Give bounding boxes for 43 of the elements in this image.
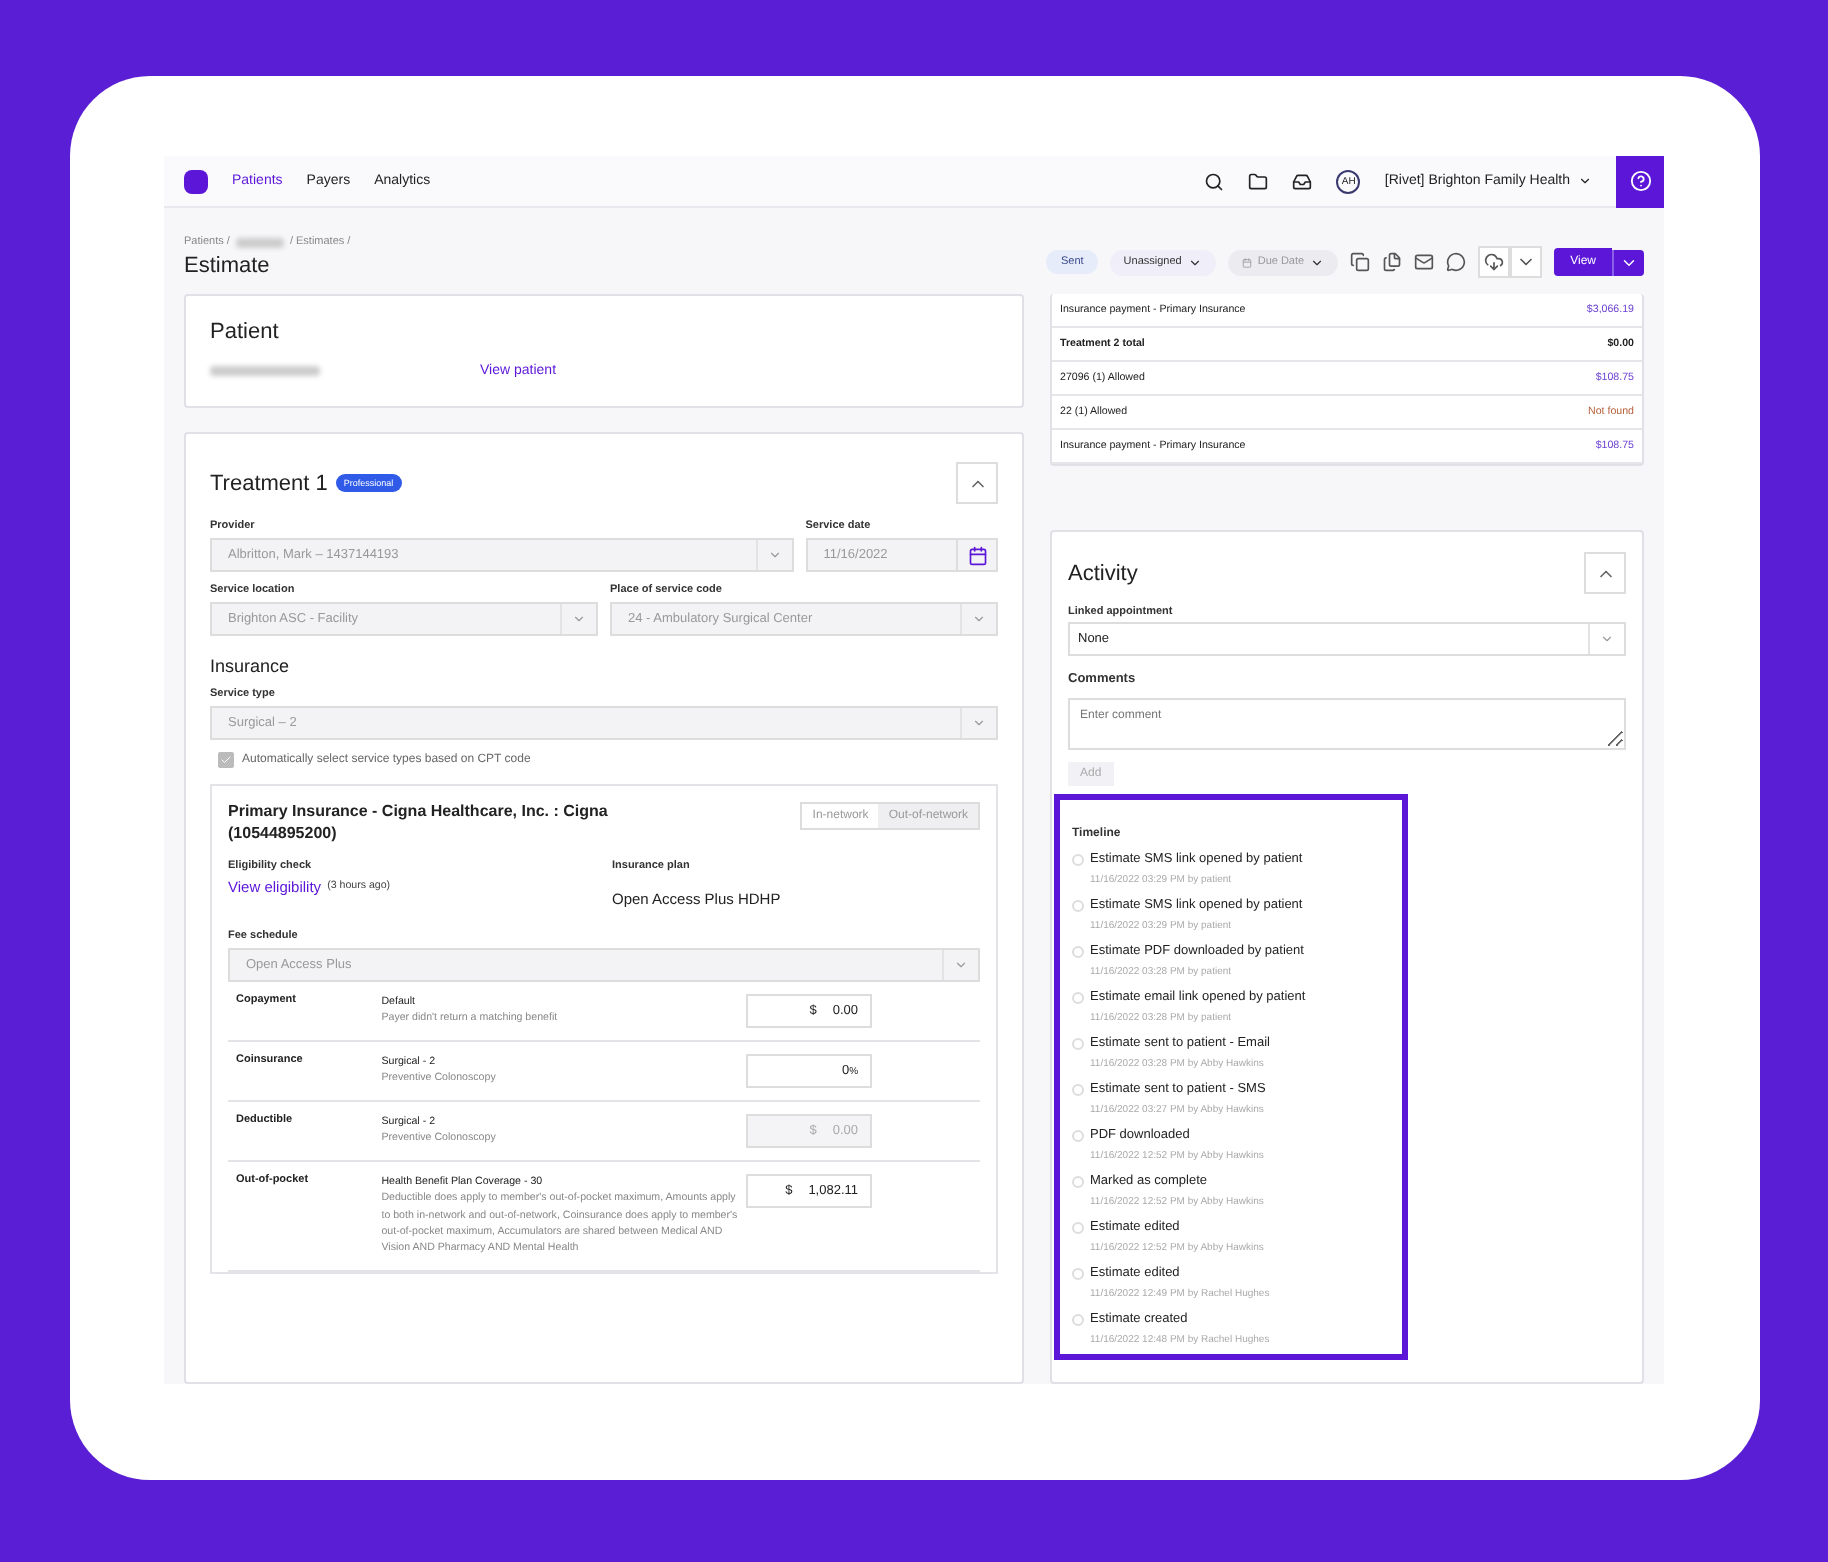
timeline-dot (1072, 992, 1084, 1004)
section-title: Patient (210, 320, 281, 344)
search-icon[interactable] (1204, 171, 1225, 191)
chevron-down-icon (572, 612, 586, 626)
blurred-text (235, 237, 284, 247)
timeline-dot (1072, 1130, 1084, 1142)
download-button[interactable] (1478, 246, 1511, 278)
calendar-icon (1241, 257, 1252, 267)
chevron-down-icon (1600, 632, 1614, 646)
chat-icon[interactable] (1446, 252, 1467, 272)
section-subtitle: Insurance (210, 656, 292, 676)
section-title: Activity (1068, 561, 1138, 585)
insurance-title: Primary Insurance - Cigna Healthcare, Inc. : Cigna (10544895200) (228, 802, 610, 846)
files-icon[interactable] (1382, 252, 1403, 272)
timeline-dot (1072, 1084, 1084, 1096)
timeline-dot (1072, 1314, 1084, 1326)
chevron-down-icon (972, 716, 986, 730)
help-button[interactable] (1616, 156, 1664, 207)
help-icon (1629, 170, 1651, 192)
chevron-down-icon (1578, 174, 1592, 188)
mail-icon[interactable] (1414, 252, 1435, 272)
chevron-down-icon (1187, 255, 1202, 269)
dropdown-button[interactable] (1510, 246, 1543, 278)
chevron-down-icon (1310, 255, 1325, 269)
timeline-dot (1072, 1222, 1084, 1234)
chevron-down-icon (972, 612, 986, 626)
calendar-icon (967, 545, 987, 565)
timeline-dot (1072, 1268, 1084, 1280)
timeline-dot (1072, 854, 1084, 866)
timeline-dot (1072, 900, 1084, 912)
copy-icon[interactable] (1350, 252, 1371, 272)
logo-icon (184, 169, 208, 193)
timeline-dot (1072, 946, 1084, 958)
page-title: Estimate (184, 254, 272, 278)
chevron-down-icon (954, 957, 968, 972)
folder-icon[interactable] (1248, 171, 1269, 191)
section-title: Treatment 1 (210, 471, 328, 495)
timeline-dot (1072, 1038, 1084, 1050)
view-menu-button[interactable] (1612, 249, 1644, 275)
inbox-icon[interactable] (1292, 171, 1313, 191)
chevron-down-icon (767, 548, 782, 562)
timeline-dot (1072, 1176, 1084, 1188)
blurred-text (210, 366, 320, 376)
